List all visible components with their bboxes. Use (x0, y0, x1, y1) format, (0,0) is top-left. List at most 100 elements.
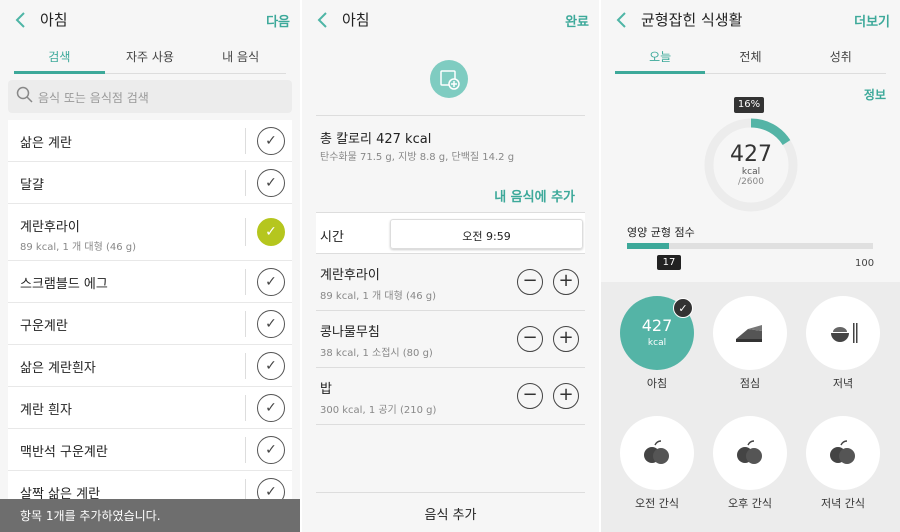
calorie-goal: /2600 (738, 177, 764, 187)
page-title: 균형잡힌 식생활 (641, 11, 743, 29)
fruit-icon (644, 440, 669, 464)
header: 균형잡힌 식생활 더보기 (601, 0, 900, 40)
item-name: 삶은 계란 (20, 136, 72, 151)
meal-morning-snack[interactable] (620, 416, 694, 490)
fruit-icon (737, 440, 762, 464)
back-arrow-icon[interactable] (316, 11, 330, 29)
list-item[interactable]: 맥반석 구운계란 ✓ (8, 429, 292, 471)
item-name: 맥반석 구운계란 (20, 445, 108, 460)
check-icon[interactable]: ✓ (257, 268, 285, 296)
score-bar (627, 243, 873, 249)
list-item[interactable]: 달걀 ✓ (8, 162, 292, 204)
divider (245, 170, 246, 196)
time-picker[interactable]: 오전 9:59 (390, 219, 583, 249)
check-icon[interactable]: ✓ (257, 169, 285, 197)
tab-frequent[interactable]: 자주 사용 (105, 48, 196, 65)
meal-label: 오후 간식 (728, 497, 772, 510)
tab-today[interactable]: 오늘 (615, 48, 705, 65)
meal-detail-panel: 아침 완료 총 칼로리 427 kcal 탄수화물 71.5 g, 지방 8.8… (302, 0, 599, 532)
decrease-button[interactable]: − (517, 326, 543, 352)
back-arrow-icon[interactable] (615, 11, 629, 29)
item-name: 밥 (320, 382, 332, 397)
score-value: 17 (657, 255, 681, 270)
increase-button[interactable]: + (553, 326, 579, 352)
divider (245, 437, 246, 463)
divider (316, 115, 585, 116)
score-label: 영양 균형 점수 (627, 226, 695, 239)
add-to-my-food-button[interactable]: 내 음식에 추가 (494, 186, 575, 205)
tab-bar: 오늘 전체 성취 (615, 40, 886, 74)
meal-kcal: 427 (641, 316, 673, 335)
meal-label: 저녁 (832, 377, 854, 390)
tab-my-food[interactable]: 내 음식 (195, 48, 286, 65)
page-title: 아침 (40, 11, 68, 29)
divider (245, 311, 246, 337)
rice-bowl-icon (831, 323, 858, 343)
score-fill (627, 243, 669, 249)
list-item[interactable]: 계란 흰자 ✓ (8, 387, 292, 429)
tab-indicator (615, 71, 706, 74)
back-arrow-icon[interactable] (14, 11, 28, 29)
decrease-button[interactable]: − (517, 383, 543, 409)
more-button[interactable]: 더보기 (854, 11, 890, 30)
score-max: 100 (855, 258, 875, 269)
calorie-value: 427 (730, 142, 772, 167)
search-input[interactable]: 음식 또는 음식점 검색 (8, 80, 292, 113)
sandwich-icon (736, 325, 762, 342)
fruit-icon (830, 440, 855, 464)
next-button[interactable]: 다음 (266, 11, 290, 30)
toast-message: 항목 1개를 추가하였습니다. (0, 499, 300, 532)
meal-dinner[interactable] (806, 296, 880, 370)
tab-search[interactable]: 검색 (14, 48, 105, 65)
item-name: 계란후라이 (20, 220, 80, 235)
item-name: 계란 흰자 (20, 403, 72, 418)
list-item[interactable]: 스크램블드 에그 ✓ (8, 261, 292, 303)
add-food-button[interactable]: 음식 추가 (316, 492, 585, 532)
check-icon[interactable]: ✓ (257, 352, 285, 380)
divider (245, 395, 246, 421)
meal-label: 아침 (646, 377, 668, 390)
check-icon[interactable]: ✓ (257, 310, 285, 338)
tab-achievement[interactable]: 성취 (796, 48, 886, 65)
meal-afternoon-snack[interactable] (713, 416, 787, 490)
decrease-button[interactable]: − (517, 269, 543, 295)
increase-button[interactable]: + (553, 269, 579, 295)
check-icon[interactable]: ✓ (257, 436, 285, 464)
search-icon (16, 86, 33, 103)
done-button[interactable]: 완료 (565, 11, 589, 30)
meal-label: 저녁 간식 (821, 497, 865, 510)
item-name: 달걀 (20, 178, 44, 193)
calorie-unit: kcal (741, 167, 761, 177)
item-name: 삶은 계란흰자 (20, 361, 96, 376)
total-calories: 총 칼로리 427 kcal (320, 132, 432, 147)
item-name: 스크램블드 에그 (20, 277, 108, 292)
meal-lunch[interactable] (713, 296, 787, 370)
divider (245, 218, 246, 246)
checked-icon[interactable]: ✓ (257, 218, 285, 246)
meal-label: 오전 간식 (635, 497, 679, 510)
check-icon[interactable]: ✓ (257, 127, 285, 155)
list-item[interactable]: 구운계란 ✓ (8, 303, 292, 345)
time-row: 시간 오전 9:59 (316, 212, 585, 254)
tab-bar: 검색 자주 사용 내 음식 (14, 40, 286, 74)
macros-summary: 탄수화물 71.5 g, 지방 8.8 g, 단백질 14.2 g (320, 152, 515, 163)
food-list: 삶은 계란 ✓ 달걀 ✓ 계란후라이 89 kcal, 1 개 대형 (46 g) ✓ … (8, 120, 292, 513)
info-button[interactable]: 정보 (864, 86, 886, 103)
list-item[interactable]: 계란후라이 89 kcal, 1 개 대형 (46 g) ✓ (8, 204, 292, 261)
percent-badge: 16% (734, 97, 764, 113)
tab-all[interactable]: 전체 (705, 48, 795, 65)
divider (245, 128, 246, 154)
item-name: 구운계란 (20, 319, 68, 334)
divider (245, 269, 246, 295)
list-item[interactable]: 삶은 계란흰자 ✓ (8, 345, 292, 387)
check-icon[interactable]: ✓ (257, 394, 285, 422)
meal-item: 밥 300 kcal, 1 공기 (210 g) − + (316, 368, 585, 425)
increase-button[interactable]: + (553, 383, 579, 409)
list-item[interactable]: 삶은 계란 ✓ (8, 120, 292, 162)
add-photo-icon[interactable] (430, 60, 468, 98)
food-search-panel: 아침 다음 검색 자주 사용 내 음식 음식 또는 음식점 검색 삶은 계란 ✓ … (0, 0, 300, 532)
item-name: 계란후라이 (320, 268, 380, 283)
check-icon: ✓ (673, 298, 693, 318)
meal-evening-snack[interactable] (806, 416, 880, 490)
meal-item: 계란후라이 89 kcal, 1 개 대형 (46 g) − + (316, 254, 585, 311)
